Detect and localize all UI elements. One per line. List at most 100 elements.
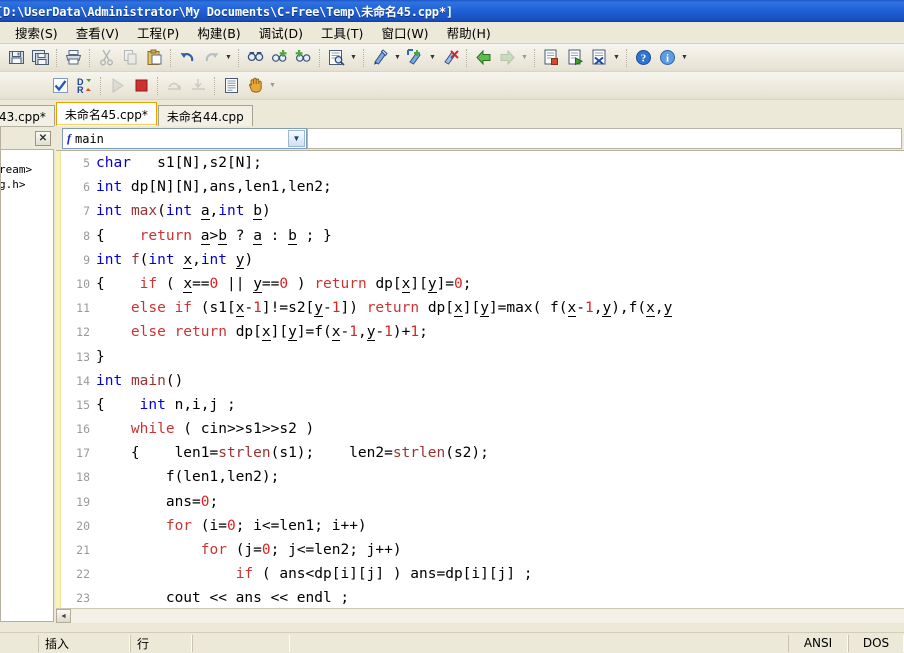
scrollbar-track[interactable] — [71, 609, 904, 623]
find-in-files-icon[interactable] — [325, 47, 347, 69]
code-line[interactable]: 12 else return dp[x][y]=f(x-1,y-1)+1; — [56, 320, 904, 344]
menu-item-debug[interactable]: 调试(D) — [250, 21, 312, 45]
redo-icon[interactable] — [200, 47, 222, 69]
code-token: 1 — [253, 300, 262, 317]
code-editor[interactable]: 5 char s1[N],s2[N]; 6 int dp[N][N],ans,len1… — [56, 150, 904, 622]
close-icon[interactable]: ✕ — [35, 130, 51, 146]
redo-dropdown-arrow[interactable]: ▼ — [223, 47, 234, 69]
code-token: , — [192, 251, 201, 268]
code-line[interactable]: 17 { len1=strlen(s1); len2=strlen(s2); — [56, 441, 904, 465]
debug-dropdown-arrow[interactable]: ▼ — [267, 75, 278, 97]
build-dropdown-arrow[interactable]: ▼ — [611, 47, 622, 69]
code-line[interactable]: 14 int main() — [56, 369, 904, 393]
code-token: (s1); len2= — [270, 445, 393, 462]
about-icon[interactable]: i — [656, 47, 678, 69]
stop-build-icon[interactable] — [588, 47, 610, 69]
save-all-icon[interactable] — [29, 47, 51, 69]
run-debug-icon[interactable] — [106, 75, 128, 97]
bookmark-toggle-icon[interactable] — [369, 47, 391, 69]
code-lines-container[interactable]: 5 char s1[N],s2[N]; 6 int dp[N][N],ans,len1… — [56, 151, 904, 622]
code-token: char — [96, 155, 131, 171]
help-icon[interactable]: ? — [632, 47, 654, 69]
line-number: 20 — [76, 518, 90, 533]
print-icon[interactable] — [62, 47, 84, 69]
code-line[interactable]: 22 if ( ans<dp[i][j] ) ans=dp[i][j] ; — [56, 562, 904, 586]
find-in-files-dropdown-arrow[interactable]: ▼ — [348, 47, 359, 69]
menu-item-help[interactable]: 帮助(H) — [438, 21, 500, 45]
code-text: else if (s1[x-1]!=s2[y-1]) return dp[x][… — [96, 300, 673, 318]
code-line[interactable]: 11 else if (s1[x-1]!=s2[y-1]) return dp[… — [56, 296, 904, 320]
code-token: n,i,j ; — [165, 396, 236, 413]
paste-icon[interactable] — [143, 47, 165, 69]
save-icon[interactable] — [5, 47, 27, 69]
code-token: ]= — [436, 275, 455, 292]
code-token: ) — [244, 251, 254, 268]
code-line[interactable]: 19 ans=0; — [56, 490, 904, 514]
active-project-checkbox-icon[interactable] — [49, 75, 71, 97]
build-run-icon[interactable] — [564, 47, 586, 69]
stop-debug-icon[interactable] — [130, 75, 152, 97]
code-line[interactable]: 23 cout << ans << endl ; — [56, 586, 904, 610]
copy-icon[interactable] — [119, 47, 141, 69]
menu-item-build[interactable]: 构建(B) — [188, 21, 249, 45]
code-token: { len1= — [96, 445, 219, 462]
menu-item-project[interactable]: 工程(P) — [128, 21, 188, 45]
forward-icon[interactable] — [496, 47, 518, 69]
navigation-dropdown-arrow[interactable]: ▼ — [519, 47, 530, 69]
editor-tab-43[interactable]: 名43.cpp* — [0, 105, 55, 126]
menu-item-search[interactable]: 搜索(S) — [6, 21, 67, 45]
code-line[interactable]: 21 for (j=0; j<=len2; j++) — [56, 538, 904, 562]
code-token: ][ — [410, 275, 428, 292]
menu-item-view[interactable]: 查看(V) — [67, 21, 128, 45]
code-line[interactable]: 10{ if ( x==0 || y==0 ) return dp[x][y]=… — [56, 272, 904, 296]
combobox-filler — [307, 128, 902, 149]
code-line[interactable]: 5 char s1[N],s2[N]; — [56, 151, 904, 175]
editor-tab-45[interactable]: 未命名45.cpp* — [55, 102, 157, 126]
line-number: 15 — [76, 397, 90, 412]
bookmark-next-icon[interactable] — [404, 47, 426, 69]
svg-text:i: i — [665, 53, 668, 65]
include-row-string[interactable]: g.h> — [1, 177, 53, 192]
code-line[interactable]: 15 { int n,i,j ; — [56, 393, 904, 417]
undo-icon[interactable] — [176, 47, 198, 69]
bookmark-next-dropdown-arrow[interactable]: ▼ — [427, 47, 438, 69]
step-over-icon[interactable] — [163, 75, 185, 97]
scroll-left-button[interactable]: ◄ — [56, 609, 71, 623]
find-icon[interactable] — [244, 47, 266, 69]
back-icon[interactable] — [472, 47, 494, 69]
line-number: 13 — [76, 349, 90, 364]
step-into-icon[interactable] — [187, 75, 209, 97]
bookmark-clear-icon[interactable] — [439, 47, 461, 69]
menu-item-tools[interactable]: 工具(T) — [312, 21, 372, 45]
watch-list-icon[interactable] — [220, 75, 242, 97]
code-line[interactable]: 6 int dp[N][N],ans,len1,len2; — [56, 175, 904, 199]
chevron-down-icon[interactable]: ▼ — [288, 130, 305, 147]
include-row-iostream[interactable]: ream> — [1, 162, 53, 177]
find-previous-icon[interactable] — [292, 47, 314, 69]
code-line[interactable]: 9 int f(int x,int y) — [56, 248, 904, 272]
status-bar: 插入 行 ANSI DOS — [0, 632, 904, 653]
code-token: 0 — [261, 542, 271, 558]
editor-tab-44[interactable]: 未命名44.cpp — [157, 105, 253, 126]
compile-icon[interactable] — [540, 47, 562, 69]
code-line[interactable]: 8{ return a>b ? a : b ; } — [56, 224, 904, 248]
code-text: for (i=0; i<=len1; i++) — [96, 518, 367, 534]
code-line[interactable]: 7 int max(int a,int b) — [56, 199, 904, 223]
cut-icon[interactable] — [95, 47, 117, 69]
bookmark-toggle-dropdown-arrow[interactable]: ▼ — [392, 47, 403, 69]
function-combobox[interactable]: f main ▼ — [62, 128, 307, 149]
code-line[interactable]: 18 f(len1,len2); — [56, 465, 904, 489]
code-token: - — [244, 300, 254, 317]
line-number: 14 — [76, 373, 90, 388]
code-text: char s1[N],s2[N]; — [96, 155, 262, 171]
help-dropdown-arrow[interactable]: ▼ — [679, 47, 690, 69]
code-line[interactable]: 16 while ( cin>>s1>>s2 ) — [56, 417, 904, 441]
code-line[interactable]: 13} — [56, 345, 904, 369]
find-next-icon[interactable] — [268, 47, 290, 69]
include-tree-panel[interactable]: ream> g.h> — [0, 150, 54, 622]
code-line[interactable]: 20 for (i=0; i<=len1; i++) — [56, 514, 904, 538]
debug-variables-icon[interactable]: D R — [73, 75, 95, 97]
editor-horizontal-scrollbar[interactable]: ◄ — [56, 608, 904, 623]
pause-hand-icon[interactable] — [244, 75, 266, 97]
menu-item-window[interactable]: 窗口(W) — [372, 21, 437, 45]
